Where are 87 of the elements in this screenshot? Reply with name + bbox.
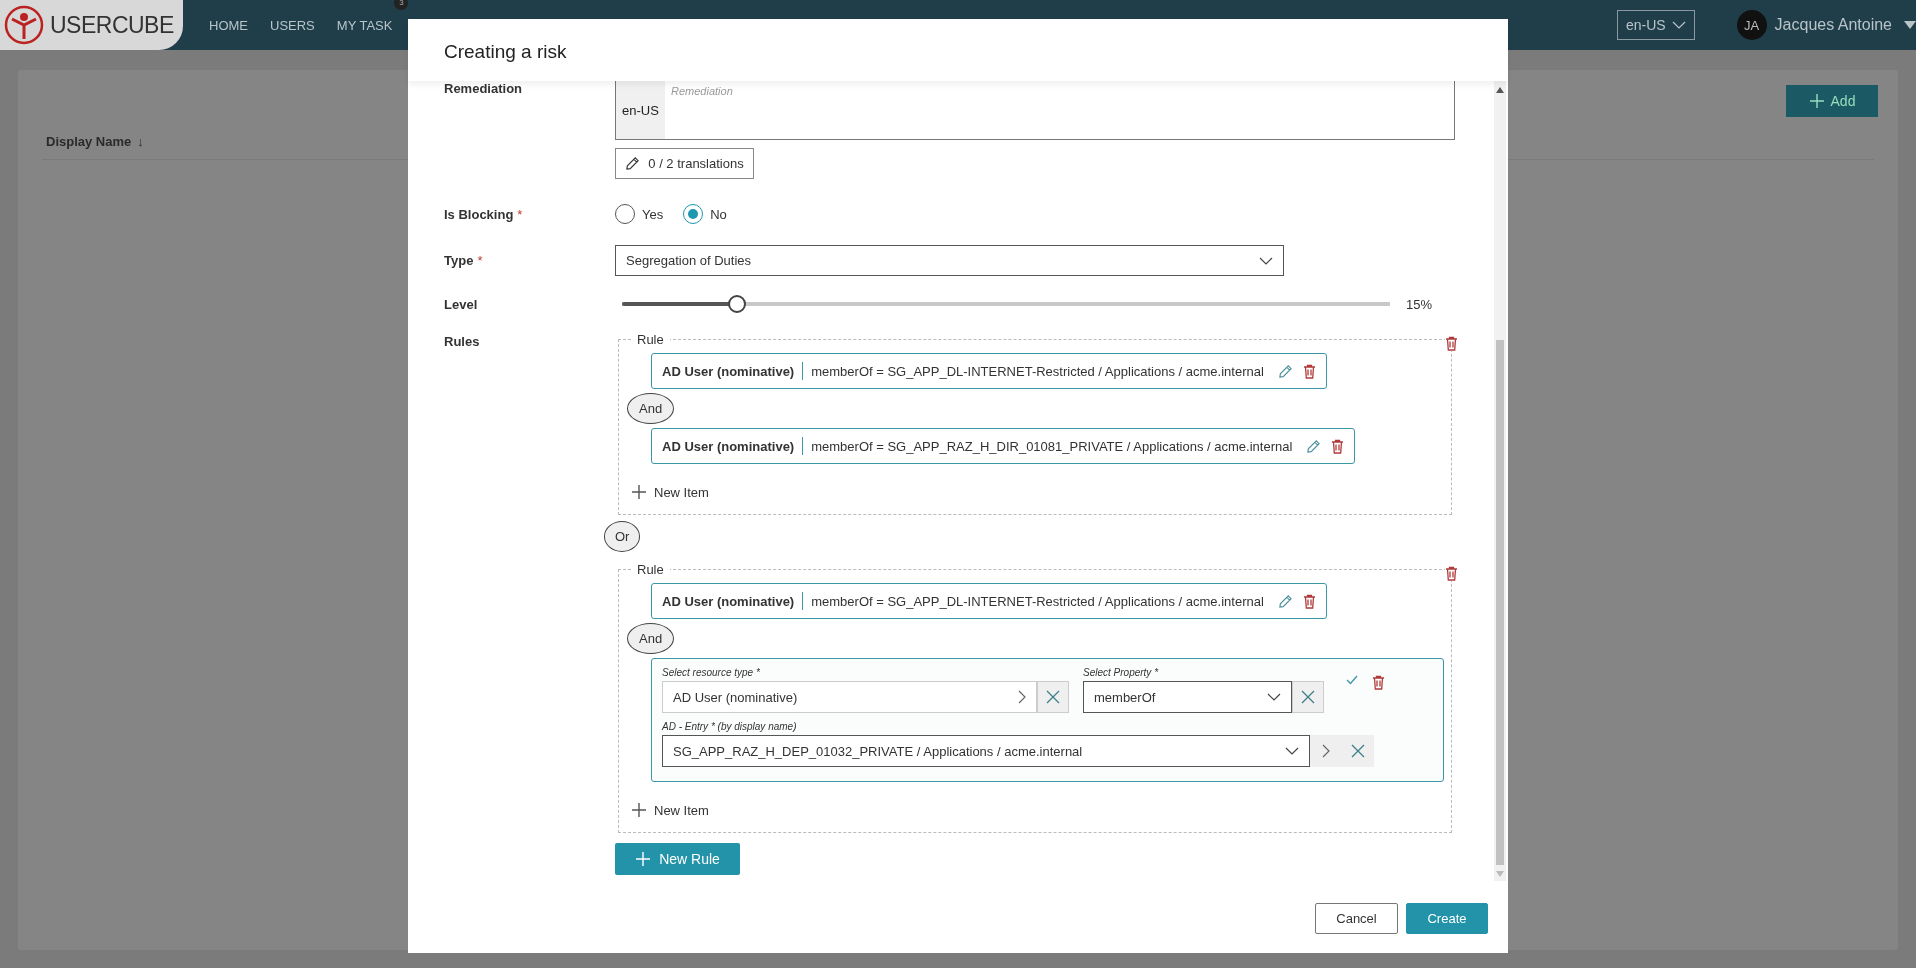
resource-name: AD User (nominative) (662, 593, 795, 609)
column-header[interactable]: Display Name (46, 134, 132, 149)
level-reading: 15% (1406, 296, 1433, 312)
and-connector[interactable]: And (627, 623, 675, 654)
required-mark: * (517, 206, 523, 222)
rule-title: Rule (636, 332, 665, 347)
plus-icon (635, 851, 652, 867)
rule-title: Rule (636, 562, 665, 577)
count-badge: 3 (394, 0, 409, 10)
close-icon (1301, 690, 1315, 704)
slider-thumb[interactable] (728, 295, 747, 313)
nav-link[interactable]: USERS (270, 17, 331, 33)
new-item-button[interactable]: New Item (631, 802, 709, 818)
trash-icon[interactable] (1302, 593, 1316, 609)
chevron-down-icon (1285, 747, 1299, 755)
clear-button[interactable] (1292, 681, 1324, 713)
language-select[interactable]: en-US (1616, 10, 1695, 40)
nav-link[interactable]: HOME (209, 17, 264, 33)
logo-text: USERCUBE (50, 11, 174, 39)
language-value: en-US (1625, 17, 1666, 33)
field-label: Select Property * (1083, 667, 1160, 678)
and-connector[interactable]: And (627, 393, 675, 424)
chevron-down-icon (1267, 693, 1281, 701)
field-label: Rules (444, 334, 480, 349)
radio-button[interactable] (683, 204, 704, 224)
field-label: AD - Entry * (by display name) (662, 721, 798, 732)
caret-icon[interactable] (1904, 21, 1916, 29)
close-icon (1351, 744, 1365, 758)
trash-icon[interactable] (1331, 438, 1345, 454)
resource-type-field[interactable]: AD User (nominative) (662, 681, 1037, 713)
pencil-icon[interactable] (625, 156, 641, 171)
trash-icon[interactable] (1302, 363, 1316, 379)
trash-icon[interactable] (1372, 675, 1385, 690)
select-value: Segregation of Duties (626, 253, 752, 268)
check-icon[interactable] (1346, 675, 1358, 685)
field-value: memberOf (1094, 689, 1156, 705)
field-label: Level (444, 296, 478, 312)
resource-name: AD User (nominative) (662, 363, 795, 379)
condition-expression: memberOf = SG_APP_DL-INTERNET-Restricted / Applications / acme.internal (811, 593, 1264, 609)
condition-item[interactable]: AD User (nominative) memberOf = SG_APP_DL-INTERNET-Restricted / Applications / acme.internal (651, 583, 1327, 619)
scroll-up-icon[interactable] (1496, 87, 1504, 93)
condition-expression: memberOf = SG_APP_DL-INTERNET-Restricted / Applications / acme.internal (811, 363, 1264, 379)
language-tag: en-US (616, 81, 665, 139)
condition-item[interactable]: AD User (nominative) memberOf = SG_APP_DL-INTERNET-Restricted / Applications / acme.internal (651, 353, 1327, 389)
type-select[interactable]: Segregation of Duties (615, 245, 1284, 276)
translations-button[interactable]: 0 / 2 translations (615, 148, 754, 179)
field-value: AD User (nominative) (673, 689, 798, 705)
clear-button[interactable] (1037, 681, 1069, 713)
chevron-down-icon (1259, 256, 1273, 265)
sort-arrow[interactable]: ↓ (137, 134, 144, 149)
trash-icon[interactable] (1445, 566, 1458, 581)
placeholder-text: Remediation (670, 84, 734, 99)
create-button[interactable]: Create (1406, 903, 1488, 934)
new-item-button[interactable]: New Item (631, 484, 709, 500)
cancel-button[interactable]: Cancel (1315, 903, 1398, 934)
remediation-textarea[interactable]: en-US Remediation (615, 81, 1455, 140)
field-value: SG_APP_RAZ_H_DEP_01032_PRIVATE / Applications / acme.internal (673, 743, 1083, 759)
new-rule-button[interactable]: New Rule (615, 843, 740, 875)
entry-select[interactable]: SG_APP_RAZ_H_DEP_01032_PRIVATE / Applications / acme.internal (662, 735, 1310, 767)
chevron-right-icon (1322, 744, 1330, 758)
condition-item[interactable]: AD User (nominative) memberOf = SG_APP_RAZ_H_DIR_01081_PRIVATE / Applications / acme.internal (651, 428, 1356, 464)
field-label: Is Blocking (444, 206, 514, 222)
field-label: Type (444, 253, 474, 268)
radio-label[interactable]: No (710, 206, 727, 222)
field-label: Remediation (444, 81, 522, 96)
user-avatar[interactable]: JA (1736, 10, 1767, 40)
condition-expression: memberOf = SG_APP_RAZ_H_DIR_01081_PRIVATE / Applications / acme.internal (811, 438, 1293, 454)
required-mark: * (477, 253, 483, 268)
field-label: Select resource type * (662, 667, 761, 678)
chevron-down-icon (1671, 21, 1686, 29)
property-select[interactable]: memberOf (1083, 681, 1292, 713)
plus-icon (1808, 93, 1825, 109)
radio-label[interactable]: Yes (642, 206, 664, 222)
add-button[interactable]: Add (1786, 85, 1878, 117)
radio-button[interactable] (615, 204, 635, 224)
user-name[interactable]: Jacques Antoine (1774, 16, 1892, 34)
plus-icon (631, 802, 647, 818)
dialog-title: Creating a risk (408, 19, 1508, 81)
plus-icon (631, 484, 647, 500)
chevron-right-icon (1018, 690, 1026, 704)
nav-link[interactable]: MY TASK (336, 17, 409, 33)
clear-button[interactable] (1342, 735, 1374, 767)
or-connector[interactable]: Or (604, 521, 641, 552)
trash-icon[interactable] (1445, 336, 1458, 351)
resource-name: AD User (nominative) (662, 438, 795, 454)
close-icon (1046, 690, 1060, 704)
person-logo-icon (4, 5, 44, 45)
